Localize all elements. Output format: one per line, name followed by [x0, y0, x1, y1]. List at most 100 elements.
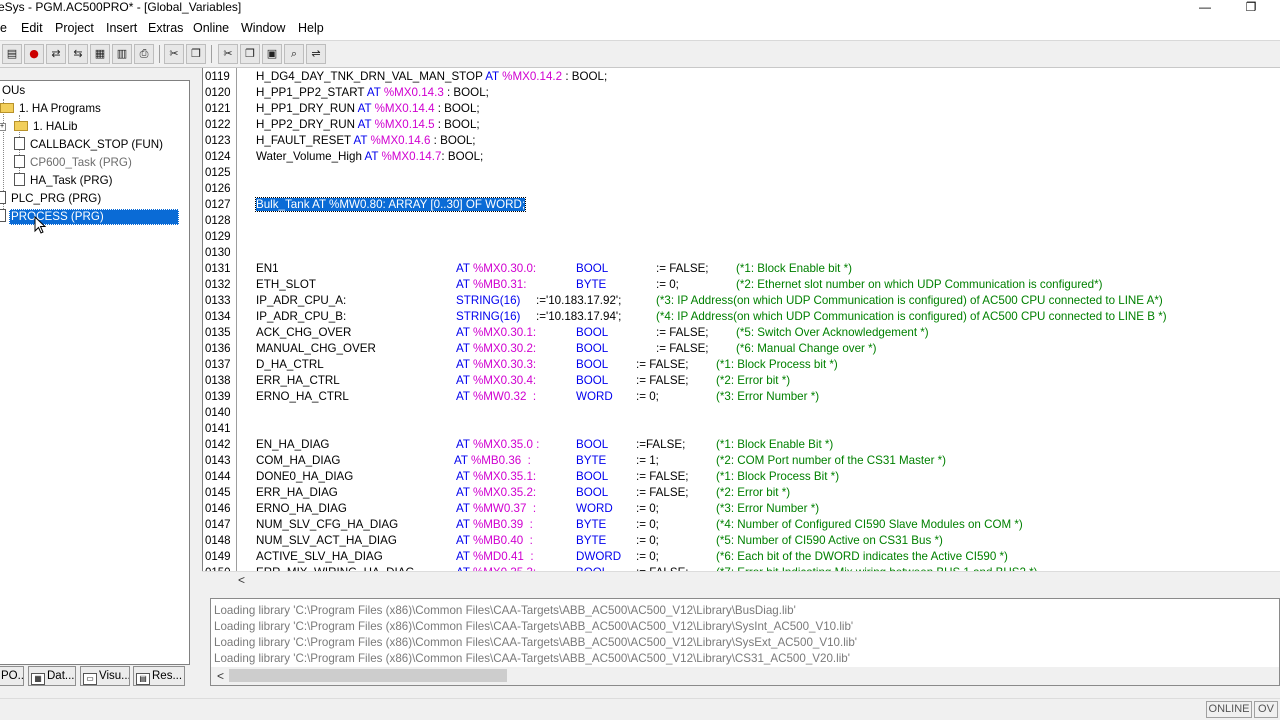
comment[interactable]: (*1: Block Process bit *) [716, 357, 838, 373]
code-line[interactable]: H_PP1_DRY_RUN AT %MX0.14.4 : BOOL; [256, 101, 480, 117]
data-type[interactable]: BOOL [576, 325, 608, 341]
data-type[interactable]: BOOL [576, 357, 608, 373]
variable-name[interactable]: EN_HA_DIAG [256, 437, 329, 453]
tree-item-ha-task[interactable]: HA_Task (PRG) [14, 173, 114, 189]
data-type[interactable]: BYTE [576, 453, 606, 469]
data-type[interactable]: BOOL [576, 485, 608, 501]
comment[interactable]: (*1: Block Enable Bit *) [716, 437, 833, 453]
code-line[interactable]: H_PP1_PP2_START AT %MX0.14.3 : BOOL; [256, 85, 489, 101]
comment[interactable]: (*1: Block Process Bit *) [716, 469, 839, 485]
variable-name[interactable]: NUM_SLV_ACT_HA_DIAG [256, 533, 397, 549]
scroll-thumb[interactable] [229, 669, 507, 682]
variable-name[interactable]: MANUAL_CHG_OVER [256, 341, 376, 357]
replace-icon[interactable]: ⇌ [306, 44, 326, 64]
comment[interactable]: (*4: IP Address(on which UDP Communicati… [656, 309, 1167, 325]
selected-declaration[interactable]: Bulk_Tank AT %MW0.80: ARRAY [0..30] OF W… [254, 197, 527, 212]
variable-name[interactable]: ERR_HA_CTRL [256, 373, 340, 389]
tree-item-callback-stop[interactable]: CALLBACK_STOP (FUN) [14, 137, 165, 153]
logout-icon[interactable]: ⇆ [68, 44, 88, 64]
variable-name[interactable]: EN1 [256, 261, 279, 277]
address[interactable]: AT %MB0.40 : [456, 533, 533, 549]
tab-pous[interactable]: PO... [0, 666, 24, 686]
data-type[interactable]: BYTE [576, 517, 606, 533]
menu-insert[interactable]: Insert [106, 21, 137, 35]
initial-value[interactable]: :='10.183.17.94'; [536, 309, 621, 325]
pou-tree-pane[interactable]: OUs 1. HA Programs +1. HALib CALLBACK_ST… [0, 80, 190, 665]
variable-name[interactable]: ERR_HA_DIAG [256, 485, 338, 501]
variable-name[interactable]: ERNO_HA_CTRL [256, 389, 349, 405]
address[interactable]: AT %MX0.30.0: [456, 261, 536, 277]
code-line[interactable]: H_FAULT_RESET AT %MX0.14.6 : BOOL; [256, 133, 476, 149]
find-icon[interactable]: ⌕ [284, 44, 304, 64]
data-type[interactable]: STRING(16) [456, 309, 520, 325]
initial-value[interactable]: := FALSE; [656, 261, 709, 277]
initial-value[interactable]: := FALSE; [656, 325, 709, 341]
global-variables-editor[interactable]: 0119 0120 0121 0122 0123 0124 0125 0126 0127 0128… [202, 68, 1280, 576]
data-type[interactable]: BOOL [576, 261, 608, 277]
copy-icon[interactable]: ❐ [186, 44, 206, 64]
initial-value[interactable]: := FALSE; [636, 357, 689, 373]
data-type[interactable]: WORD [576, 389, 613, 405]
minimize-button[interactable]: — [1194, 0, 1216, 16]
comment[interactable]: (*3: Error Number *) [716, 389, 819, 405]
data-type[interactable]: BYTE [576, 533, 606, 549]
copy2-icon[interactable]: ❐ [240, 44, 260, 64]
tab-visualizations[interactable]: ▭ Visu... [80, 666, 130, 686]
comment[interactable]: (*6: Manual Change over *) [736, 341, 877, 357]
build-icon[interactable]: ▦ [90, 44, 110, 64]
initial-value[interactable]: := 0; [636, 501, 659, 517]
initial-value[interactable]: := 1; [636, 453, 659, 469]
initial-value[interactable]: := FALSE; [636, 485, 689, 501]
tree-item-plc-prg[interactable]: PLC_PRG (PRG) [0, 191, 103, 207]
data-type[interactable]: BOOL [576, 469, 608, 485]
menu-extras[interactable]: Extras [148, 21, 183, 35]
menu-help[interactable]: Help [298, 21, 324, 35]
address[interactable]: AT %MW0.32 : [456, 389, 536, 405]
open-icon[interactable]: ▤ [2, 44, 22, 64]
tree-item-process[interactable]: PROCESS (PRG) [0, 209, 179, 225]
cut-icon[interactable]: ✂ [164, 44, 184, 64]
variable-name[interactable]: IP_ADR_CPU_B: [256, 309, 346, 325]
address[interactable]: AT %MD0.41 : [456, 549, 534, 565]
comment[interactable]: (*5: Switch Over Acknowledgement *) [736, 325, 929, 341]
menu-window[interactable]: Window [241, 21, 285, 35]
data-type[interactable]: STRING(16) [456, 293, 520, 309]
tree-item-ha-programs[interactable]: 1. HA Programs [0, 101, 103, 117]
address[interactable]: AT %MX0.35.1: [456, 469, 536, 485]
address[interactable]: AT %MX0.35.0 : [456, 437, 539, 453]
comment[interactable]: (*2: COM Port number of the CS31 Master … [716, 453, 946, 469]
variable-name[interactable]: COM_HA_DIAG [256, 453, 340, 469]
variable-name[interactable]: D_HA_CTRL [256, 357, 324, 373]
comment[interactable]: (*5: Number of CI590 Active on CS31 Bus … [716, 533, 943, 549]
variable-name[interactable]: DONE0_HA_DIAG [256, 469, 353, 485]
comment[interactable]: (*3: Error Number *) [716, 501, 819, 517]
paste-icon[interactable]: ▣ [262, 44, 282, 64]
comment[interactable]: (*3: IP Address(on which UDP Communicati… [656, 293, 1163, 309]
tab-resources[interactable]: ▤ Res... [133, 666, 185, 686]
code-line[interactable]: Bulk_Tank AT %MW0.80: ARRAY [0..30] OF W… [254, 197, 527, 213]
address[interactable]: AT %MX0.30.1: [456, 325, 536, 341]
initial-value[interactable]: := 0; [636, 549, 659, 565]
data-type[interactable]: BOOL [576, 373, 608, 389]
comment[interactable]: (*2: Error bit *) [716, 373, 790, 389]
variable-name[interactable]: ACTIVE_SLV_HA_DIAG [256, 549, 383, 565]
menu-project[interactable]: Project [55, 21, 94, 35]
address[interactable]: AT %MX0.30.3: [456, 357, 536, 373]
code-line[interactable]: Water_Volume_High AT %MX0.14.7: BOOL; [256, 149, 483, 165]
variable-name[interactable]: ETH_SLOT [256, 277, 316, 293]
initial-value[interactable]: := FALSE; [636, 469, 689, 485]
initial-value[interactable]: := 0; [636, 389, 659, 405]
tree-item-halib[interactable]: +1. HALib [0, 119, 79, 135]
code-line[interactable]: H_PP2_DRY_RUN AT %MX0.14.5 : BOOL; [256, 117, 480, 133]
data-type[interactable]: WORD [576, 501, 613, 517]
data-type[interactable]: BOOL [576, 341, 608, 357]
editor-horizontal-scrollbar[interactable]: < [202, 571, 1280, 588]
variable-name[interactable]: NUM_SLV_CFG_HA_DIAG [256, 517, 398, 533]
tab-data-types[interactable]: ▦ Dat... [28, 666, 76, 686]
code-line[interactable]: H_DG4_DAY_TNK_DRN_VAL_MAN_STOP AT %MX0.1… [256, 69, 607, 85]
initial-value[interactable]: :=FALSE; [636, 437, 685, 453]
initial-value[interactable]: := 0; [636, 517, 659, 533]
address[interactable]: AT %MW0.37 : [456, 501, 536, 517]
restore-button[interactable]: ❐ [1240, 0, 1262, 16]
initial-value[interactable]: := 0; [656, 277, 679, 293]
